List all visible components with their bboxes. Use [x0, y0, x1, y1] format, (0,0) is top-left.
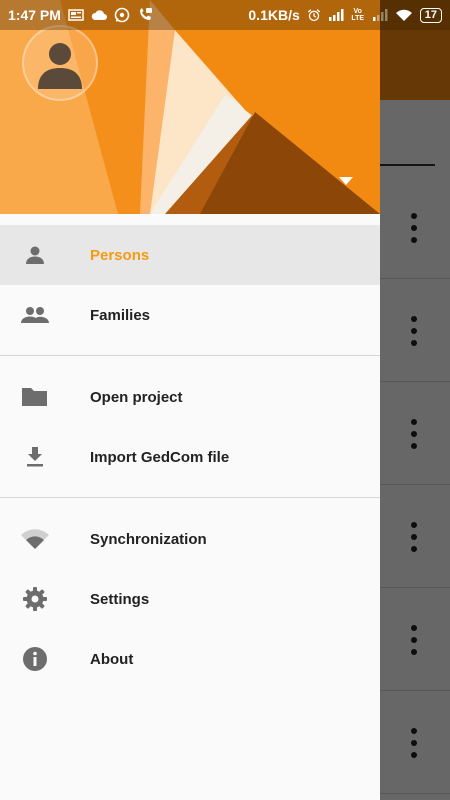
gear-icon — [20, 586, 50, 612]
cloud-icon — [91, 10, 107, 20]
volte-indicator: Vo LTE — [351, 8, 365, 22]
menu-item-label: Families — [90, 306, 151, 324]
battery-indicator: 17 — [419, 7, 442, 23]
drawer-menu: Persons Families Open project Import Ged… — [0, 225, 380, 689]
menu-item-settings[interactable]: Settings — [0, 569, 380, 629]
menu-item-open-project[interactable]: Open project — [0, 367, 380, 427]
menu-item-label: About — [90, 650, 134, 668]
person-avatar-icon — [38, 43, 82, 89]
menu-item-persons[interactable]: Persons — [0, 225, 380, 285]
info-icon — [20, 646, 50, 672]
call-message-icon — [139, 8, 152, 20]
menu-item-about[interactable]: About — [0, 629, 380, 689]
people-icon — [20, 302, 50, 328]
network-speed: 0.1KB/s — [248, 7, 300, 23]
wifi-icon — [20, 526, 50, 552]
navigation-drawer: Persons Families Open project Import Ged… — [0, 0, 380, 800]
menu-item-label: Persons — [90, 246, 150, 264]
menu-item-label: Import GedCom file — [90, 448, 230, 466]
menu-item-import-gedcom[interactable]: Import GedCom file — [0, 427, 380, 487]
person-icon — [20, 242, 50, 268]
caret-down-icon[interactable] — [338, 175, 354, 187]
menu-item-synchronization[interactable]: Synchronization — [0, 509, 380, 569]
menu-item-families[interactable]: Families — [0, 285, 380, 345]
download-icon — [20, 444, 50, 470]
news-icon — [68, 9, 84, 21]
whatsapp-icon — [114, 7, 130, 23]
status-bar: 1:47 PM 0.1KB/s Vo LTE 17 — [0, 0, 450, 30]
menu-item-label: Open project — [90, 388, 183, 406]
menu-divider — [0, 355, 380, 356]
account-avatar[interactable] — [22, 25, 98, 101]
alarm-icon — [307, 9, 320, 22]
menu-item-label: Synchronization — [90, 530, 207, 548]
drawer-header — [0, 0, 380, 214]
wifi-status-icon — [395, 9, 412, 21]
status-time: 1:47 PM — [8, 7, 61, 23]
signal-icon — [328, 9, 344, 21]
menu-item-label: Settings — [90, 590, 150, 608]
signal-weak-icon — [372, 9, 388, 21]
menu-divider — [0, 497, 380, 498]
folder-icon — [20, 384, 50, 410]
